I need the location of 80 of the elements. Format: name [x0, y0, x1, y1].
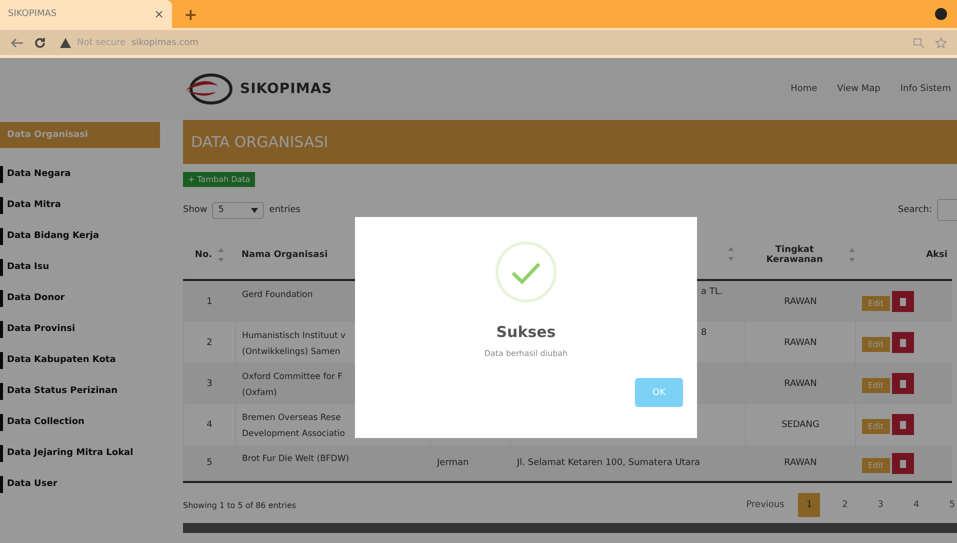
delete-button[interactable] [892, 414, 914, 435]
sidebar-item[interactable]: Data Donor [0, 290, 160, 307]
warning-icon [60, 38, 71, 48]
back-icon[interactable] [10, 36, 24, 48]
delete-button[interactable] [892, 291, 914, 312]
sidebar-item[interactable]: Data Bidang Kerja [0, 228, 160, 245]
tab-title: SIKOPIMAS [8, 9, 58, 19]
table-cell: Jl. Selamat Ketaren 100, Sumatera Utara [517, 458, 700, 468]
table-cell: Oxford Committee for F (Oxfam) [242, 372, 343, 398]
trash-icon [900, 298, 906, 306]
delete-button[interactable] [892, 373, 914, 394]
sort-icon[interactable] [728, 246, 734, 260]
caret-icon [251, 208, 258, 212]
page-title: DATA ORGANISASI [183, 120, 957, 164]
delete-button[interactable] [892, 452, 914, 474]
search-field[interactable] [937, 199, 957, 221]
browser-tab[interactable]: SIKOPIMAS × [0, 0, 172, 28]
table-cell: RAWAN [784, 296, 817, 306]
table-cell: 5 [206, 458, 212, 468]
table-info: Showing 1 to 5 of 86 entries [183, 500, 296, 510]
table-cell: Humanistisch Instituut v (Ontwikkelings) Samen [242, 331, 346, 357]
sidebar-item[interactable]: Data Mitra [0, 197, 160, 214]
table-cell: RAWAN [784, 338, 817, 348]
trash-icon [900, 460, 906, 468]
table-cell: 1 [206, 296, 212, 306]
close-tab-button[interactable]: × [154, 7, 164, 21]
nav-link[interactable]: Info Sistem [900, 84, 951, 94]
table-cell: 2 [206, 338, 212, 348]
check-icon [495, 241, 557, 303]
column-header[interactable]: No. [194, 250, 212, 260]
sidebar-item[interactable]: Data Isu [0, 259, 160, 276]
star-icon[interactable] [935, 36, 947, 48]
logo-icon [184, 72, 234, 106]
table-cell: Brot Fur Die Welt (BFDW) [242, 454, 350, 464]
trash-icon [900, 421, 906, 429]
entries-label: entries [269, 205, 300, 215]
show-label: Show [183, 205, 208, 215]
trash-icon [900, 380, 906, 388]
page-link[interactable]: 4 [906, 493, 928, 517]
table-cell: 3 [206, 378, 212, 388]
previous-page-link[interactable]: Previous [746, 500, 784, 510]
page-link[interactable]: 5 [941, 493, 957, 517]
sidebar-item[interactable]: Data Kabupaten Kota [0, 352, 160, 369]
nav-link[interactable]: View Map [837, 84, 880, 94]
reload-icon[interactable] [34, 36, 46, 48]
table-cell: RAWAN [784, 378, 817, 388]
table-cell: Bremen Overseas Rese Development Associatio [242, 413, 345, 439]
sidebar-item[interactable]: Data Provinsi [0, 321, 160, 338]
search-label: Search: [898, 205, 932, 215]
add-data-button[interactable]: + Tambah Data [183, 172, 256, 187]
sidebar-item[interactable]: Data User [0, 476, 160, 493]
column-header: Aksi [926, 250, 948, 260]
column-header[interactable]: Nama Organisasi [242, 250, 328, 260]
dialog-title: Sukses [496, 323, 556, 341]
nav-link[interactable]: Home [790, 84, 818, 94]
table-cell: 8 [701, 328, 707, 338]
entries-select[interactable]: 5 [212, 202, 264, 218]
page-link[interactable]: 2 [834, 493, 856, 517]
sidebar-item[interactable]: Data Status Perizinan [0, 383, 160, 400]
sidebar-item[interactable]: Data Negara [0, 166, 160, 183]
page-link[interactable]: 3 [870, 493, 892, 517]
table-cell: Gerd Foundation [242, 290, 313, 300]
page-link[interactable]: 1 [798, 493, 820, 517]
delete-button[interactable] [892, 332, 914, 353]
table-cell: a TL. [701, 287, 723, 297]
trash-icon [900, 339, 906, 347]
table-cell: Jerman [437, 458, 469, 468]
dialog-message: Data berhasil diubah [484, 349, 568, 358]
new-tab-button[interactable]: + [184, 4, 198, 24]
table-cell: RAWAN [784, 458, 817, 468]
table-cell: 4 [206, 420, 212, 430]
sort-icon[interactable] [218, 248, 224, 262]
sidebar-item[interactable]: Data Collection [0, 414, 160, 431]
logo-text: SIKOPIMAS [240, 81, 332, 97]
profile-icon[interactable] [935, 8, 947, 20]
sort-icon[interactable] [848, 248, 854, 262]
sidebar-item[interactable]: Data Jejaring Mitra Lokal [0, 445, 160, 462]
scrollbar[interactable] [183, 523, 957, 533]
table-cell: SEDANG [781, 420, 820, 430]
column-header[interactable]: Tingkat Kerawanan [746, 245, 843, 265]
